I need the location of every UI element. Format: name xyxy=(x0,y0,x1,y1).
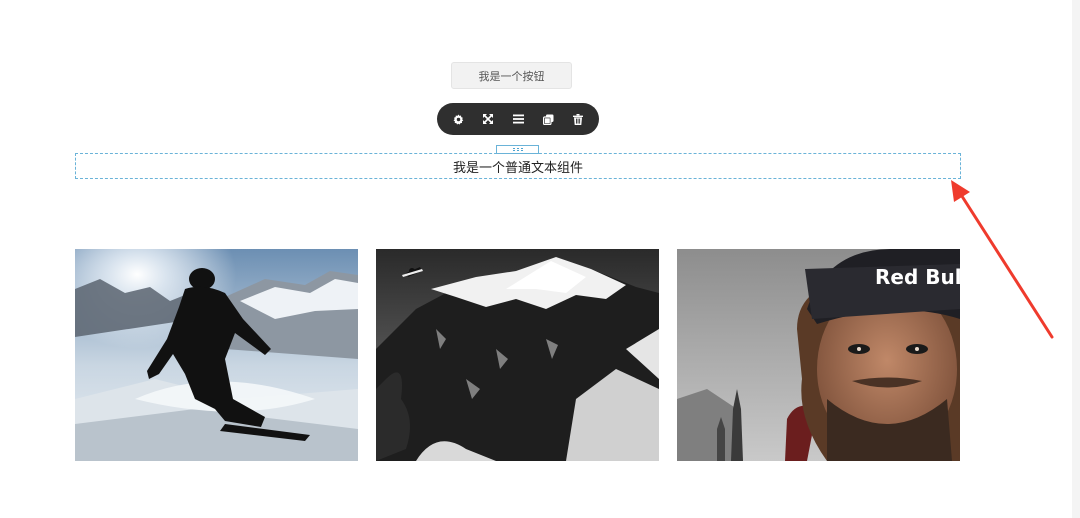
gear-icon xyxy=(453,114,463,125)
gallery-image-snowboarder[interactable] xyxy=(75,249,358,461)
demo-button[interactable]: 我是一个按钮 xyxy=(451,62,572,89)
copy-button[interactable] xyxy=(538,109,558,129)
drag-dots-icon xyxy=(512,148,523,151)
copy-icon xyxy=(542,114,553,125)
editor-canvas: 我是一个按钮 我是一个普通文本组件 Red Bull xyxy=(0,0,1080,518)
settings-button[interactable] xyxy=(448,109,468,129)
gallery-image-portrait[interactable]: Red Bull xyxy=(677,249,960,461)
text-component[interactable]: 我是一个普通文本组件 xyxy=(75,153,961,179)
delete-button[interactable] xyxy=(568,109,588,129)
right-edge-rail xyxy=(1072,0,1080,518)
image-gallery: Red Bull xyxy=(75,249,961,461)
trash-icon xyxy=(573,113,583,125)
component-toolbar xyxy=(437,103,599,135)
move-arrows-icon xyxy=(483,114,493,124)
list-icon xyxy=(512,114,524,124)
menu-button[interactable] xyxy=(508,109,528,129)
move-button[interactable] xyxy=(478,109,498,129)
brand-text: Red Bull xyxy=(875,265,960,289)
gallery-image-mountain[interactable] xyxy=(376,249,659,461)
